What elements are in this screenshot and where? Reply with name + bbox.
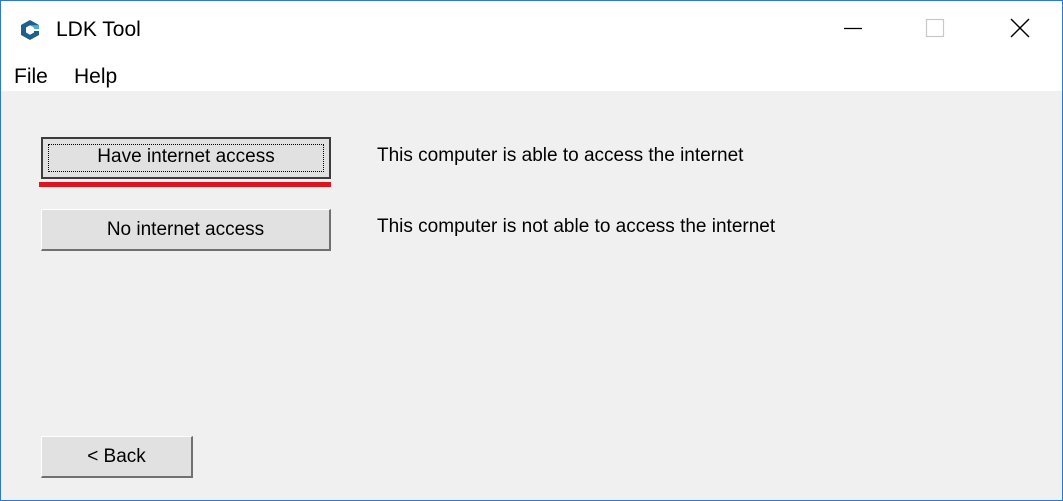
client-area: Have internet access This computer is ab… xyxy=(1,91,1062,500)
close-icon xyxy=(1009,17,1031,44)
maximize-button[interactable] xyxy=(893,1,977,59)
window-title: LDK Tool xyxy=(56,18,141,41)
have-internet-access-label: Have internet access xyxy=(97,146,275,167)
minimize-icon xyxy=(843,18,863,43)
minimize-button[interactable] xyxy=(811,1,895,59)
highlight-underline xyxy=(39,182,331,187)
menu-help[interactable]: Help xyxy=(74,64,117,90)
no-internet-access-button[interactable]: No internet access xyxy=(41,209,331,251)
have-internet-access-button[interactable]: Have internet access xyxy=(41,137,331,179)
ldk-tool-window: LDK Tool File Help Have internet access … xyxy=(0,0,1063,501)
back-button[interactable]: < Back xyxy=(41,436,193,478)
menu-file[interactable]: File xyxy=(14,64,48,90)
menu-bar: File Help xyxy=(1,59,1062,91)
maximize-icon xyxy=(925,18,945,43)
have-internet-access-description: This computer is able to access the inte… xyxy=(377,145,744,166)
no-internet-access-description: This computer is not able to access the … xyxy=(377,216,776,237)
ldk-logo-icon xyxy=(18,18,42,42)
title-bar[interactable]: LDK Tool xyxy=(1,1,1062,59)
close-button[interactable] xyxy=(978,1,1062,59)
